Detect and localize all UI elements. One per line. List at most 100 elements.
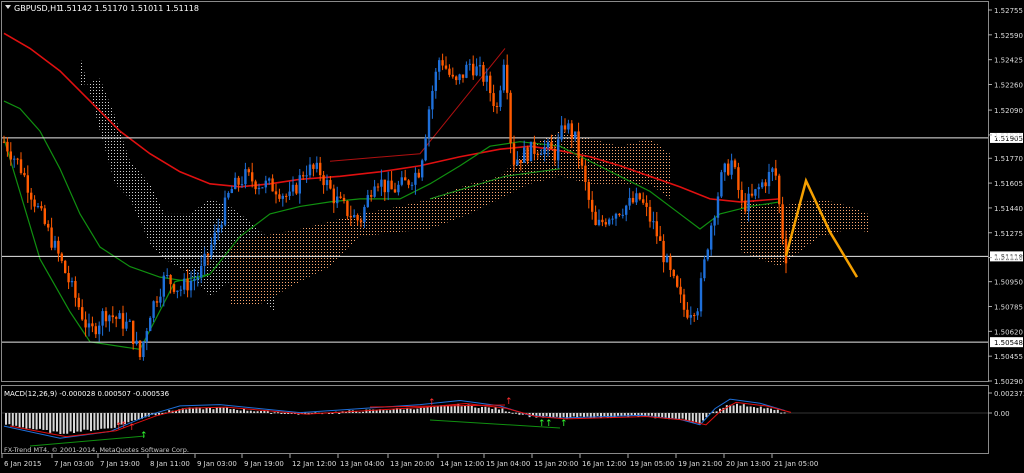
macd-histogram-bar <box>661 413 664 418</box>
macd-histogram-bar <box>715 411 718 413</box>
candle[interactable] <box>149 316 152 332</box>
copyright-watermark: FX-Trend MT4, © 2001-2014, MetaQuotes So… <box>4 446 189 454</box>
candle-body <box>390 180 393 190</box>
candle-body <box>240 184 244 186</box>
candle[interactable] <box>424 134 427 162</box>
candle-body <box>332 188 335 204</box>
candle-body <box>703 259 706 279</box>
price-tick-label: 1.52590 <box>994 32 1023 40</box>
candle[interactable] <box>703 255 706 282</box>
trading-chart[interactable]: 1.519051.511181.50548 ↑↑↑↑↑↑↑↑↑ 0.002373… <box>0 0 1024 469</box>
candle[interactable] <box>706 248 709 262</box>
candle-body <box>767 171 771 187</box>
candle-body <box>696 311 699 316</box>
candle-body <box>203 253 206 266</box>
macd-histogram-bar <box>243 408 245 413</box>
candle-body <box>329 180 332 189</box>
price-tick-label: 1.50620 <box>994 328 1023 336</box>
candle[interactable] <box>699 272 703 317</box>
candle-body <box>36 206 40 208</box>
time-tick-label: 13 Jan 04:00 <box>340 460 384 468</box>
macd-histogram-bar <box>22 413 24 428</box>
candle-body <box>686 309 689 318</box>
macd-histogram-bar <box>511 412 514 414</box>
candle-body <box>70 280 74 283</box>
candle-body <box>274 191 278 195</box>
candle-body <box>526 147 529 162</box>
candle-body <box>689 315 692 318</box>
candle[interactable] <box>138 340 142 360</box>
candle-body <box>427 109 431 138</box>
candle-body <box>431 90 434 110</box>
candle-body <box>448 68 451 75</box>
candle-body <box>19 159 23 173</box>
macd-tick-label: 0.002373 <box>994 390 1024 398</box>
macd-histogram-bar <box>249 410 252 413</box>
candle-body <box>737 167 740 190</box>
candle-body <box>489 75 492 94</box>
candle-body <box>111 315 114 318</box>
candle-body <box>478 65 482 67</box>
candle-body <box>237 177 240 185</box>
candle-body <box>750 193 754 196</box>
macd-histogram-bar <box>127 413 130 423</box>
macd-histogram-bar <box>766 407 769 413</box>
macd-histogram-bar <box>5 413 7 425</box>
candle-body <box>26 175 29 193</box>
candle-body <box>438 60 441 72</box>
candle-body <box>594 211 597 226</box>
candle[interactable] <box>64 259 67 274</box>
candle-body <box>257 187 261 190</box>
price-tick-label: 1.51770 <box>994 155 1023 163</box>
chart-canvas[interactable]: 1.519051.511181.50548 ↑↑↑↑↑↑↑↑↑ 0.002373… <box>0 0 1024 469</box>
candle-body <box>618 213 621 216</box>
candle-body <box>183 278 186 290</box>
candle-body <box>642 199 645 203</box>
macd-histogram-bar <box>698 413 701 425</box>
candle-body <box>125 321 128 329</box>
macd-histogram-bar <box>657 413 660 417</box>
macd-histogram-bar <box>93 413 96 431</box>
candle[interactable] <box>529 141 533 162</box>
candle-body <box>672 269 675 277</box>
candle-body <box>94 326 97 335</box>
candle-body <box>47 223 50 228</box>
macd-histogram-bar <box>460 406 463 413</box>
candle-body <box>87 323 91 328</box>
candle-body <box>227 192 230 198</box>
candle-body <box>557 139 560 161</box>
macd-histogram-bar <box>739 405 742 413</box>
candle-body <box>176 290 179 292</box>
candle[interactable] <box>676 274 679 289</box>
macd-histogram-bar <box>589 413 592 419</box>
candle-body <box>339 196 342 198</box>
candle-body <box>298 175 301 194</box>
macd-histogram-bar <box>491 408 494 413</box>
time-tick-label: 7 Jan 19:00 <box>100 460 140 468</box>
candle-body <box>608 219 611 225</box>
macd-histogram-bar <box>579 413 582 417</box>
macd-histogram-bar <box>532 413 534 416</box>
macd-histogram-bar <box>96 413 99 430</box>
candle[interactable] <box>720 169 723 198</box>
time-tick-label: 15 Jan 20:00 <box>534 460 578 468</box>
candle-body <box>451 74 454 77</box>
macd-histogram-bar <box>484 406 487 413</box>
candle-body <box>580 158 584 166</box>
candle-body <box>679 286 682 295</box>
candle-body <box>665 256 669 263</box>
macd-histogram-bar <box>647 413 650 416</box>
macd-histogram-bar <box>260 411 262 413</box>
macd-histogram-bar <box>508 411 511 413</box>
candle-body <box>404 177 407 181</box>
candle-body <box>421 160 424 178</box>
candle-body <box>730 160 733 175</box>
macd-histogram-bar <box>606 413 609 418</box>
candle-body <box>342 197 346 201</box>
macd-histogram-bar <box>253 411 256 413</box>
macd-histogram-bar <box>239 410 242 413</box>
macd-histogram-bar <box>559 413 562 418</box>
macd-histogram-bar <box>219 407 222 413</box>
macd-histogram-bar <box>277 412 279 414</box>
macd-histogram-bar <box>256 411 259 413</box>
